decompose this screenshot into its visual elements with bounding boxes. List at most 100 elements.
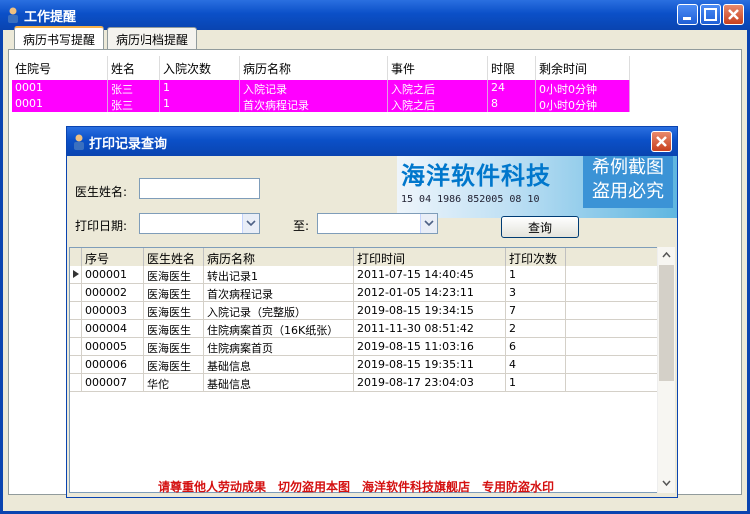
cell: 1 [506, 266, 566, 283]
cell: 医海医生 [144, 320, 204, 337]
cell: 0001 [12, 96, 108, 112]
cell: 住院病案首页（16K纸张） [204, 320, 354, 337]
tab-write-reminder[interactable]: 病历书写提醒 [14, 26, 105, 50]
column-header[interactable]: 住院号 [12, 56, 108, 80]
table-row[interactable]: 000006 医海医生 基础信息 2019-08-15 19:35:11 4 [70, 356, 658, 374]
column-header[interactable]: 打印时间 [354, 248, 506, 266]
bottom-watermark: 请尊重他人劳动成果 切勿盗用本图 海洋软件科技旗舰店 专用防盗水印 [158, 480, 555, 494]
doctor-name-input[interactable] [139, 178, 260, 199]
cell: 1 [160, 80, 240, 96]
cell: 首次病程记录 [240, 96, 388, 112]
cell: 000004 [82, 320, 144, 337]
column-header[interactable]: 时限 [488, 56, 536, 80]
cell: 华佗 [144, 374, 204, 391]
column-header[interactable]: 病历名称 [204, 248, 354, 266]
chevron-down-icon[interactable] [420, 214, 437, 233]
cell: 2012-01-05 14:23:11 [354, 284, 506, 301]
column-header[interactable]: 序号 [82, 248, 144, 266]
chevron-up-icon[interactable] [658, 247, 675, 263]
maximize-button[interactable] [700, 4, 721, 25]
table-row[interactable]: 000004 医海医生 住院病案首页（16K纸张） 2011-11-30 08:… [70, 320, 658, 338]
cell: 2019-08-15 19:35:11 [354, 356, 506, 373]
window-titlebar[interactable]: 工作提醒 [0, 0, 750, 30]
scrollbar-thumb[interactable] [659, 265, 674, 381]
cell: 000005 [82, 338, 144, 355]
dialog-titlebar[interactable]: 打印记录查询 [67, 127, 677, 156]
doctor-name-label: 医生姓名: [75, 185, 128, 199]
chevron-down-icon[interactable] [242, 214, 259, 233]
date-to-select[interactable] [317, 213, 438, 234]
table-row[interactable]: 000001 医海医生 转出记录1 2011-07-15 14:40:45 1 [70, 266, 658, 284]
tab-archive-reminder[interactable]: 病历归档提醒 [107, 27, 198, 49]
cell: 基础信息 [204, 356, 354, 373]
row-indicator [70, 338, 82, 355]
reminder-table-header: 住院号 姓名 入院次数 病历名称 事件 时限 剩余时间 [12, 56, 630, 80]
cell: 基础信息 [204, 374, 354, 391]
cell: 住院病案首页 [204, 338, 354, 355]
table-row[interactable]: 000003 医海医生 入院记录（完整版） 2019-08-15 19:34:1… [70, 302, 658, 320]
close-icon [728, 9, 739, 20]
cell: 3 [506, 284, 566, 301]
column-header[interactable]: 入院次数 [160, 56, 240, 80]
user-icon [74, 134, 84, 150]
column-header[interactable]: 事件 [388, 56, 488, 80]
cell: 转出记录1 [204, 266, 354, 283]
watermark-name: 海洋软件科技 [401, 162, 551, 190]
column-header[interactable]: 剩余时间 [536, 56, 630, 80]
cell: 入院记录 [240, 80, 388, 96]
cell: 8 [488, 96, 536, 112]
cell: 入院记录（完整版） [204, 302, 354, 319]
table-row[interactable]: 000002 医海医生 首次病程记录 2012-01-05 14:23:11 3 [70, 284, 658, 302]
date-from-select[interactable] [139, 213, 260, 234]
column-header[interactable]: 姓名 [108, 56, 160, 80]
cell: 0小时0分钟 [536, 96, 630, 112]
column-header[interactable]: 打印次数 [506, 248, 566, 266]
cell: 张三 [108, 96, 160, 112]
watermark-banner: 海洋软件科技 15 04 1986 852005 08 10 希例截图 盗用必究 [397, 156, 677, 218]
cell: 1 [506, 374, 566, 391]
minimize-icon [683, 17, 691, 20]
cell: 000007 [82, 374, 144, 391]
cell: 2019-08-17 23:04:03 [354, 374, 506, 391]
watermark-side: 希例截图 盗用必究 [583, 156, 673, 208]
cell: 24 [488, 80, 536, 96]
maximize-icon [704, 8, 717, 21]
row-pointer-icon [70, 266, 82, 283]
dialog-close-button[interactable] [651, 131, 672, 152]
cell: 000001 [82, 266, 144, 283]
close-button[interactable] [723, 4, 744, 25]
cell: 2019-08-15 11:03:16 [354, 338, 506, 355]
row-indicator [70, 356, 82, 373]
date-to-label: 至: [293, 219, 310, 233]
cell: 6 [506, 338, 566, 355]
print-records-table: 序号 医生姓名 病历名称 打印时间 打印次数 000001 医海医生 转出记录1… [69, 247, 659, 493]
cell: 000006 [82, 356, 144, 373]
cell: 2 [506, 320, 566, 337]
column-header[interactable]: 医生姓名 [144, 248, 204, 266]
cell: 医海医生 [144, 284, 204, 301]
cell: 0001 [12, 80, 108, 96]
table-row[interactable]: 000007 华佗 基础信息 2019-08-17 23:04:03 1 [70, 374, 658, 392]
table-row[interactable]: 0001 张三 1 首次病程记录 入院之后 8 0小时0分钟 [12, 96, 630, 112]
cell: 医海医生 [144, 302, 204, 319]
cell: 医海医生 [144, 338, 204, 355]
watermark-side-line: 希例截图 [592, 157, 664, 178]
cell: 000002 [82, 284, 144, 301]
print-date-label: 打印日期: [75, 219, 128, 233]
cell: 张三 [108, 80, 160, 96]
query-button[interactable]: 查询 [501, 216, 579, 238]
reminder-table: 住院号 姓名 入院次数 病历名称 事件 时限 剩余时间 0001 张三 1 入院… [12, 56, 630, 112]
cell: 2019-08-15 19:34:15 [354, 302, 506, 319]
cell: 1 [160, 96, 240, 112]
table-row[interactable]: 000005 医海医生 住院病案首页 2019-08-15 11:03:16 6 [70, 338, 658, 356]
watermark-code: 15 04 1986 852005 08 10 [401, 194, 540, 205]
chevron-down-icon[interactable] [658, 475, 675, 491]
records-table-header: 序号 医生姓名 病历名称 打印时间 打印次数 [70, 248, 658, 266]
records-scrollbar[interactable] [657, 247, 675, 493]
table-row[interactable]: 0001 张三 1 入院记录 入院之后 24 0小时0分钟 [12, 80, 630, 96]
print-record-dialog: 打印记录查询 海洋软件科技 15 04 1986 852005 08 10 希例… [66, 126, 678, 498]
cell: 000003 [82, 302, 144, 319]
column-header[interactable]: 病历名称 [240, 56, 388, 80]
cell: 2011-11-30 08:51:42 [354, 320, 506, 337]
minimize-button[interactable] [677, 4, 698, 25]
